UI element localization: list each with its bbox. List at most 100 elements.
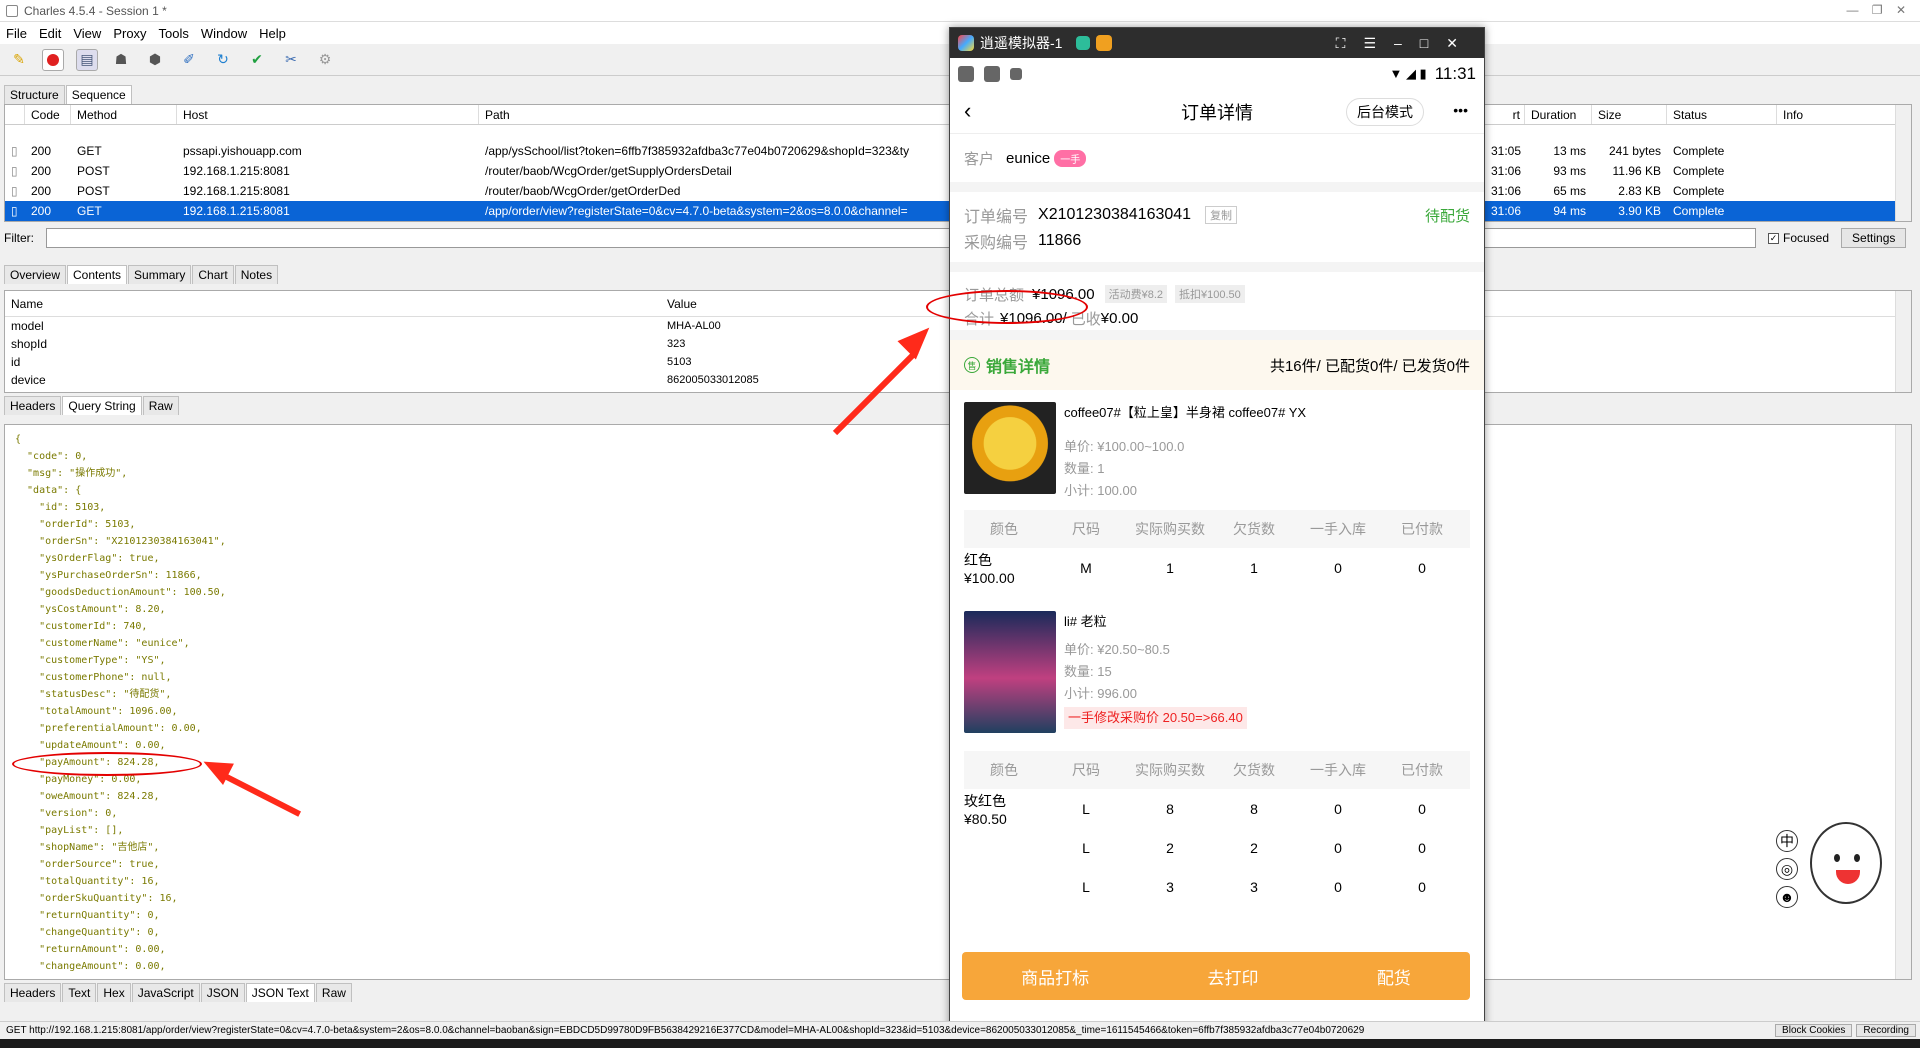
settings-button[interactable]: Settings — [1841, 228, 1907, 248]
tab-req-query[interactable]: Query String — [62, 396, 142, 415]
tab-structure[interactable]: Structure — [4, 85, 65, 104]
product-image — [964, 611, 1056, 733]
menu-file[interactable]: File — [0, 26, 33, 41]
refresh-icon[interactable]: ↻ — [212, 49, 234, 71]
col-method[interactable]: Method — [71, 105, 177, 124]
filter-label: Filter: — [4, 231, 34, 245]
price-change-note: 一手修改采购价 20.50=>66.40 — [1064, 707, 1247, 729]
detail-tabs: Overview Contents Summary Chart Notes — [4, 264, 279, 284]
tab-resp-text[interactable]: Text — [62, 983, 97, 1002]
block-cookies-button[interactable]: Block Cookies — [1775, 1024, 1853, 1037]
window-controls[interactable]: — ❐ ✕ — [1847, 3, 1906, 17]
col-time[interactable]: rt — [1484, 105, 1525, 124]
menu-tools[interactable]: Tools — [153, 26, 195, 41]
tab-notes[interactable]: Notes — [234, 265, 279, 284]
sale-summary: 共16件/ 已配货0件/ 已发货0件 — [1269, 357, 1470, 375]
tab-overview[interactable]: Overview — [4, 265, 67, 284]
sale-icon: 售 — [964, 357, 980, 373]
focused-checkbox[interactable]: ✓ Focused — [1768, 231, 1829, 245]
annotation-ellipse — [926, 290, 1088, 324]
check-icon: ✓ — [1768, 232, 1779, 244]
check-icon[interactable]: ✔ — [246, 49, 268, 71]
filter-input[interactable] — [46, 228, 1756, 248]
menu-help[interactable]: Help — [253, 26, 292, 41]
print-button[interactable]: 去打印 — [1207, 964, 1258, 989]
purchase-number: 11866 — [1038, 232, 1082, 249]
tab-resp-json[interactable]: JSON — [200, 983, 245, 1002]
tab-resp-headers[interactable]: Headers — [4, 983, 62, 1002]
tab-contents[interactable]: Contents — [67, 265, 128, 284]
menu-edit[interactable]: Edit — [33, 26, 67, 41]
ime-icon[interactable]: 中 — [1776, 830, 1798, 852]
col-duration[interactable]: Duration — [1525, 105, 1592, 124]
tab-resp-javascript[interactable]: JavaScript — [131, 983, 200, 1002]
col-host[interactable]: Host — [177, 105, 479, 124]
order-status: 待配货 — [1424, 207, 1470, 225]
tab-resp-hex[interactable]: Hex — [97, 983, 131, 1002]
page-title: 订单详情 — [1181, 102, 1253, 123]
sku-table-header: 颜色 尺码 实际购买数 欠货数 一手入库 已付款 — [964, 510, 1470, 548]
distribute-button[interactable]: 配货 — [1377, 964, 1411, 989]
response-scrollbar[interactable] — [1895, 425, 1911, 979]
pen-icon[interactable]: ✐ — [178, 49, 200, 71]
params-scrollbar[interactable] — [1895, 291, 1911, 392]
product-item[interactable]: coffee07#【粒上皇】半身裙 coffee07# YX 单价: ¥100.… — [950, 390, 1484, 510]
window-titlebar: Charles 4.5.4 - Session 1 * — ❐ ✕ — [0, 0, 1920, 22]
floating-toolbar: 中 ◎ ☻ — [1776, 830, 1800, 908]
col-status[interactable]: Status — [1667, 105, 1777, 124]
product-item[interactable]: li# 老粒 单价: ¥20.50~80.5 数量: 15 小计: 996.00… — [950, 587, 1484, 739]
record-icon[interactable] — [42, 48, 64, 71]
throttle-icon[interactable]: ▤ — [76, 48, 98, 71]
col-size[interactable]: Size — [1592, 105, 1667, 124]
response-tabs: Headers Text Hex JavaScript JSON JSON Te… — [4, 982, 353, 1002]
app-icon[interactable] — [1076, 36, 1091, 50]
customer-tag: 一手 — [1054, 149, 1087, 167]
more-icon[interactable]: ••• — [1453, 102, 1468, 118]
file-icon: ▯ — [11, 164, 18, 178]
order-info-section: 订单编号 X2101230384163041 复制 待配货 采购编号 11866 — [950, 192, 1484, 272]
tab-resp-raw[interactable]: Raw — [315, 983, 352, 1002]
product-image — [964, 402, 1056, 494]
table-scrollbar[interactable] — [1895, 105, 1911, 221]
emoji-icon[interactable]: ◎ — [1776, 858, 1798, 880]
tab-sequence[interactable]: Sequence — [65, 85, 132, 104]
tab-req-headers[interactable]: Headers — [4, 396, 62, 415]
emulator-controls[interactable]: ⛶☰–□✕ — [1336, 35, 1476, 52]
received-amount: ¥0.00 — [1100, 309, 1139, 327]
sku-row: L 3 3 0 0 — [1082, 878, 1426, 895]
window-title: Charles 4.5.4 - Session 1 * — [24, 3, 167, 18]
col-info[interactable]: Info — [1777, 105, 1897, 124]
menu-proxy[interactable]: Proxy — [107, 26, 152, 41]
back-icon[interactable]: ‹ — [964, 98, 971, 124]
menu-view[interactable]: View — [67, 26, 107, 41]
backend-mode-button[interactable]: 后台模式 — [1346, 98, 1424, 126]
recording-button[interactable]: Recording — [1856, 1024, 1916, 1037]
stop-icon[interactable]: ⬢ — [144, 49, 166, 71]
menu-window[interactable]: Window — [195, 26, 253, 41]
label-goods-button[interactable]: 商品打标 — [1021, 964, 1089, 989]
request-tabs: Headers Query String Raw — [4, 395, 180, 415]
settings-icon[interactable]: ⚙ — [314, 49, 336, 71]
app-icon[interactable] — [1096, 35, 1113, 51]
notification-icon — [958, 66, 974, 82]
tab-resp-json-text[interactable]: JSON Text — [245, 983, 315, 1002]
customer-name: eunice — [1006, 149, 1051, 167]
turtle-icon[interactable]: ☗ — [110, 49, 132, 71]
sku-table-header: 颜色 尺码 实际购买数 欠货数 一手入库 已付款 — [964, 751, 1470, 789]
copy-button[interactable]: 复制 — [1205, 206, 1238, 224]
mascot-sticker — [1810, 822, 1882, 904]
tab-chart[interactable]: Chart — [192, 265, 234, 284]
annotation-ellipse — [12, 752, 202, 776]
deduction-tag: 抵扣¥100.50 — [1175, 285, 1245, 303]
tab-req-raw[interactable]: Raw — [142, 396, 179, 415]
sale-detail-header: 售 销售详情 共16件/ 已配货0件/ 已发货0件 — [950, 340, 1484, 390]
tools-icon[interactable]: ✂ — [280, 49, 302, 71]
status-url: GET http://192.168.1.215:8081/app/order/… — [6, 1025, 1365, 1036]
broom-icon[interactable]: ✎ — [8, 49, 30, 71]
file-icon: ▯ — [11, 184, 18, 198]
view-tabs: Structure Sequence — [4, 84, 133, 104]
avatar-icon[interactable]: ☻ — [1776, 886, 1798, 908]
col-code[interactable]: Code — [25, 105, 71, 124]
tab-summary[interactable]: Summary — [128, 265, 192, 284]
sku-row: L 2 2 0 0 — [1082, 839, 1426, 856]
